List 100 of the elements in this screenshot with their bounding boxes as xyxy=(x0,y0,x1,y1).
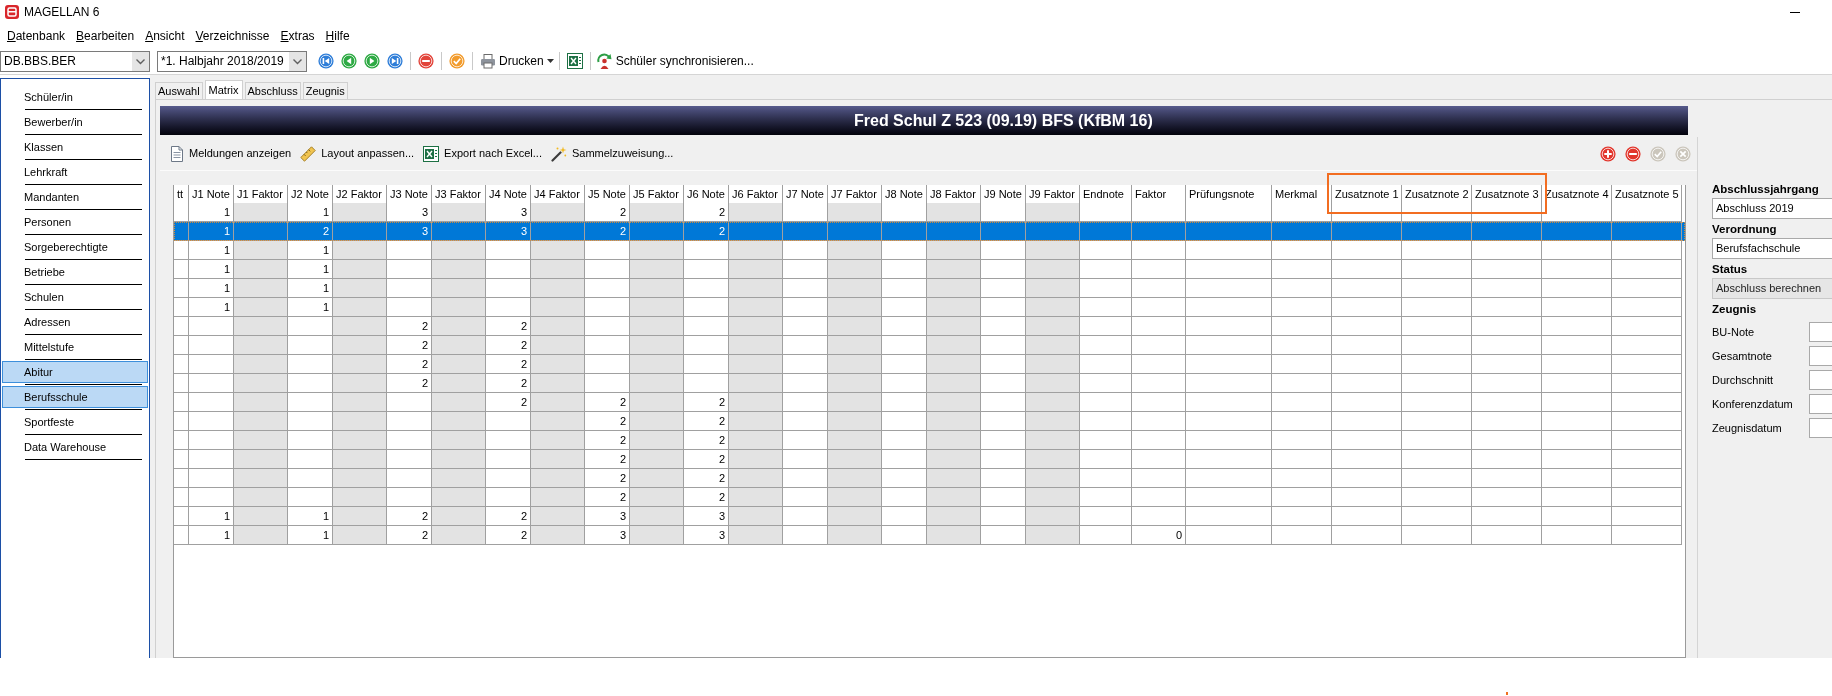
sync-icon xyxy=(595,53,613,69)
column-header[interactable]: Prüfungsnote xyxy=(1186,185,1272,203)
check-circle-icon xyxy=(1650,145,1666,162)
spreadsheet-icon xyxy=(566,53,583,69)
table-row[interactable]: 1 1 2 2 3 3 xyxy=(174,507,1685,526)
field-label: Gesamtnote xyxy=(1712,348,1773,364)
window-title: MAGELLAN 6 xyxy=(24,4,100,21)
menu-item[interactable]: Verzeichnisse xyxy=(195,27,270,45)
table-row[interactable]: 2 2 xyxy=(174,336,1685,355)
column-header[interactable]: Endnote xyxy=(1080,185,1132,203)
tab[interactable]: Abschluss xyxy=(244,82,301,99)
remove-button[interactable] xyxy=(1625,145,1641,162)
field-label: Verordnung xyxy=(1712,222,1778,237)
table-row[interactable]: 2 2 xyxy=(174,488,1685,507)
toolbar-button[interactable]: Sammelzuweisung... xyxy=(550,142,674,165)
arrow-left-icon xyxy=(341,53,357,69)
skip-forward-icon xyxy=(387,53,403,69)
check-circle-icon xyxy=(449,53,465,69)
menu-item[interactable]: Ansicht xyxy=(145,27,185,45)
spreadsheet-icon xyxy=(423,145,440,162)
x-circle-icon xyxy=(1675,145,1691,162)
toolbar-button[interactable]: Layout anpassen... xyxy=(300,142,415,165)
print-button[interactable]: Drucken xyxy=(477,50,555,72)
menu-item[interactable]: Extras xyxy=(280,27,315,45)
arrow-right-icon xyxy=(364,53,380,69)
tab[interactable]: Zeugnis xyxy=(302,82,348,99)
column-header[interactable]: J9 Faktor xyxy=(1026,185,1080,203)
field-label: Status xyxy=(1712,262,1749,277)
column-header[interactable]: J2 Faktor xyxy=(333,185,387,203)
period-dropdown[interactable]: *1. Halbjahr 2018/2019 xyxy=(157,50,307,72)
column-header[interactable]: J6 Note xyxy=(684,185,729,203)
ruler-icon xyxy=(300,145,317,162)
table-row[interactable]: 2 2 xyxy=(174,412,1685,431)
table-row[interactable]: 1 1 3 3 2 2 xyxy=(174,203,1685,222)
column-header[interactable]: J1 Note xyxy=(189,185,234,203)
column-header[interactable]: J3 Faktor xyxy=(432,185,486,203)
table-row[interactable]: 2 2 xyxy=(174,355,1685,374)
field-label: Abschlussjahrgang xyxy=(1712,182,1820,197)
column-header[interactable]: J6 Faktor xyxy=(729,185,783,203)
tab[interactable]: Auswahl xyxy=(155,82,203,99)
column-header[interactable]: tt xyxy=(174,185,189,203)
column-header[interactable]: J8 Note xyxy=(882,185,927,203)
chevron-down-icon[interactable] xyxy=(289,51,306,71)
tab[interactable]: Matrix xyxy=(204,80,243,99)
field-label: Zeugnisdatum xyxy=(1712,420,1783,436)
minus-circle-icon xyxy=(418,53,434,69)
menu-item[interactable]: Datenbank xyxy=(7,27,66,45)
sync-button[interactable]: Schüler synchronisieren... xyxy=(594,50,755,72)
app-icon xyxy=(5,5,19,19)
column-header[interactable]: J5 Note xyxy=(585,185,630,203)
column-header[interactable]: J3 Note xyxy=(387,185,432,203)
table-row[interactable]: 1 1 xyxy=(174,241,1685,260)
table-row[interactable]: 1 1 xyxy=(174,260,1685,279)
column-header[interactable]: Zusatznote 5 xyxy=(1612,185,1682,203)
table-row[interactable]: 2 2 2 xyxy=(174,393,1685,412)
table-row[interactable]: 2 2 xyxy=(174,374,1685,393)
sidebar-item[interactable]: Abitur xyxy=(2,361,148,383)
column-header[interactable]: J8 Faktor xyxy=(927,185,981,203)
chevron-down-icon[interactable] xyxy=(132,51,149,71)
table-row[interactable]: 1 2 3 3 2 2 xyxy=(174,222,1685,241)
column-header[interactable]: J1 Faktor xyxy=(234,185,288,203)
menu-item[interactable]: Bearbeiten xyxy=(76,27,135,45)
column-header[interactable]: J7 Note xyxy=(783,185,828,203)
menu-item[interactable]: Hilfe xyxy=(325,27,350,45)
input-field[interactable]: Berufsfachschule xyxy=(1712,238,1832,259)
column-header[interactable]: J4 Note xyxy=(486,185,531,203)
table-row[interactable]: 2 2 xyxy=(174,450,1685,469)
caret-down-icon xyxy=(546,59,554,63)
document-icon xyxy=(170,145,184,162)
toolbar-button[interactable]: Export nach Excel... xyxy=(423,142,542,165)
plus-circle-icon xyxy=(1600,145,1616,162)
sidebar-item[interactable]: Berufsschule xyxy=(2,386,148,408)
column-header[interactable]: Faktor xyxy=(1132,185,1186,203)
add-button[interactable] xyxy=(1600,145,1616,162)
column-header[interactable]: J2 Note xyxy=(288,185,333,203)
column-header[interactable]: Zusatznote 2 xyxy=(1402,185,1472,203)
column-header[interactable]: J5 Faktor xyxy=(630,185,684,203)
toolbar-button[interactable]: Meldungen anzeigen xyxy=(170,142,292,165)
input-field[interactable]: Abschluss 2019 xyxy=(1712,198,1832,219)
table-row[interactable]: 2 2 xyxy=(174,431,1685,450)
field-label: BU-Note xyxy=(1712,324,1756,340)
printer-icon xyxy=(480,53,496,69)
table-row[interactable]: 2 2 xyxy=(174,469,1685,488)
table-row[interactable]: 2 2 xyxy=(174,317,1685,336)
minimize-icon xyxy=(1790,11,1800,13)
table-row[interactable]: 1 1 2 2 3 3 0 xyxy=(174,526,1685,545)
magic-wand-icon xyxy=(550,145,567,162)
database-dropdown[interactable]: DB.BBS.BER xyxy=(0,50,150,72)
column-header[interactable]: Zusatznote 3 xyxy=(1472,185,1542,203)
column-header[interactable]: J4 Faktor xyxy=(531,185,585,203)
table-row[interactable]: 1 1 xyxy=(174,279,1685,298)
column-header[interactable]: Zusatznote 1 xyxy=(1332,185,1402,203)
column-header[interactable]: J7 Faktor xyxy=(828,185,882,203)
table-cell: 0 xyxy=(1132,526,1186,545)
section-title: Zeugnis xyxy=(1712,302,1758,317)
column-header[interactable]: J9 Note xyxy=(981,185,1026,203)
header-title: Fred Schul Z 523 (09.19) BFS (KfBM 16) xyxy=(854,110,1153,131)
column-header[interactable]: Merkmal xyxy=(1272,185,1332,203)
annotation-mark xyxy=(1506,692,1508,695)
table-row[interactable]: 1 1 xyxy=(174,298,1685,317)
